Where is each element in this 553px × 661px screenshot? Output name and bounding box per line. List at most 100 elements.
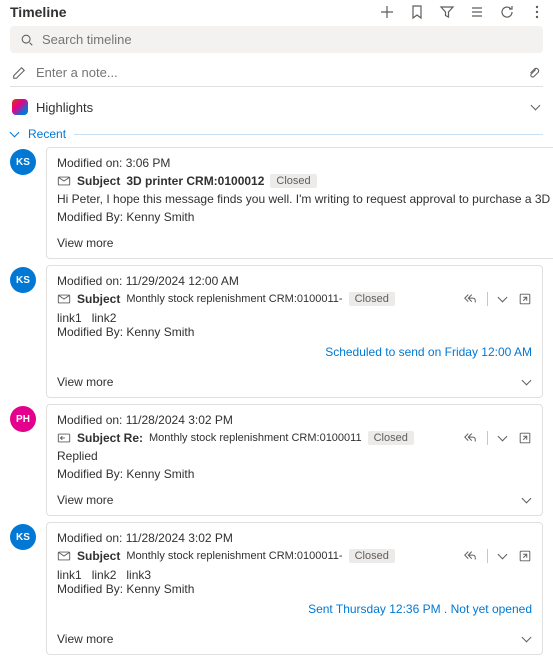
reply-icon[interactable]	[463, 292, 477, 306]
modified-on: Modified on: 3:06 PM	[57, 156, 553, 170]
chevron-down-icon[interactable]	[498, 433, 508, 443]
modified-by: Modified By: Kenny Smith	[57, 210, 553, 224]
view-more-row[interactable]: View more	[57, 626, 532, 646]
recent-label: Recent	[28, 127, 66, 141]
divider	[487, 292, 488, 306]
status-badge: Closed	[349, 549, 395, 563]
filter-icon[interactable]	[439, 4, 455, 20]
highlights-row[interactable]: Highlights	[10, 95, 543, 119]
refresh-icon[interactable]	[499, 4, 515, 20]
chevron-down-icon[interactable]	[498, 294, 508, 304]
timeline-entry: KS Modified on: 11/29/2024 12:00 AM Subj…	[0, 265, 553, 404]
subject-row: Subject Monthly stock replenishment CRM:…	[57, 549, 532, 563]
link[interactable]: link1	[57, 311, 82, 325]
message-preview: Hi Peter, I hope this message finds you …	[57, 192, 553, 206]
entries-list: KS Modified on: 3:06 PM Subject 3D print…	[0, 147, 553, 661]
link[interactable]: link2	[92, 568, 117, 582]
view-more-label: View more	[57, 375, 113, 389]
view-more-label: View more	[57, 632, 113, 646]
subject-text: Monthly stock replenishment CRM:0100011-	[126, 293, 342, 305]
avatar: KS	[10, 524, 36, 550]
entry-actions	[463, 549, 532, 563]
divider	[487, 431, 488, 445]
divider	[74, 134, 543, 135]
subject-text: Monthly stock replenishment CRM:0100011-	[126, 550, 342, 562]
bookmark-icon[interactable]	[409, 4, 425, 20]
highlights-label: Highlights	[36, 100, 93, 115]
chevron-down-icon[interactable]	[498, 551, 508, 561]
email-icon	[57, 292, 71, 306]
note-input[interactable]	[36, 65, 517, 80]
modified-by: Modified By: Kenny Smith	[57, 325, 532, 339]
open-icon[interactable]	[518, 292, 532, 306]
view-more-row[interactable]: View more	[57, 230, 553, 250]
search-input[interactable]	[42, 32, 533, 47]
subject-text: 3D printer CRM:0100012	[126, 174, 264, 188]
timeline-entry: KS Modified on: 11/28/2024 3:02 PM Subje…	[0, 522, 553, 661]
copilot-icon	[12, 99, 28, 115]
subject-row: Subject Re: Monthly stock replenishment …	[57, 431, 532, 445]
page-title: Timeline	[10, 4, 67, 20]
entry-body[interactable]: Modified on: 11/28/2024 3:02 PM Subject …	[46, 522, 543, 655]
avatar: KS	[10, 149, 36, 175]
subject-label: Subject	[77, 549, 120, 563]
message-preview: Replied	[57, 449, 532, 463]
more-icon[interactable]	[529, 4, 545, 20]
link[interactable]: link2	[92, 311, 117, 325]
link[interactable]: link1	[57, 568, 82, 582]
add-icon[interactable]	[379, 4, 395, 20]
chevron-down-icon	[522, 634, 532, 644]
modified-on: Modified on: 11/28/2024 3:02 PM	[57, 413, 532, 427]
chevron-down-icon	[10, 129, 20, 139]
subject-label: Subject	[77, 174, 120, 188]
links: link1 link2 link3	[57, 567, 532, 582]
email-icon	[57, 174, 71, 188]
open-icon[interactable]	[518, 549, 532, 563]
timeline-header: Timeline	[0, 0, 553, 26]
reply-icon[interactable]	[463, 549, 477, 563]
view-more-label: View more	[57, 236, 113, 250]
timeline-entry: PH Modified on: 11/28/2024 3:02 PM Subje…	[0, 404, 553, 522]
status-badge: Closed	[349, 292, 395, 306]
open-icon[interactable]	[518, 431, 532, 445]
attach-icon[interactable]	[527, 66, 541, 80]
link[interactable]: link3	[126, 568, 151, 582]
list-icon[interactable]	[469, 4, 485, 20]
reply-icon[interactable]	[463, 431, 477, 445]
pencil-icon	[12, 66, 26, 80]
entry-body[interactable]: Modified on: 3:06 PM Subject 3D printer …	[46, 147, 553, 259]
modified-on: Modified on: 11/29/2024 12:00 AM	[57, 274, 532, 288]
timeline-entry: KS Modified on: 3:06 PM Subject 3D print…	[0, 147, 553, 265]
chevron-down-icon	[522, 377, 532, 387]
entry-actions	[463, 292, 532, 306]
search-bar[interactable]	[10, 26, 543, 53]
avatar: KS	[10, 267, 36, 293]
links: link1 link2	[57, 310, 532, 325]
search-icon	[20, 33, 34, 47]
subject-label: Subject	[77, 292, 120, 306]
entry-actions	[463, 431, 532, 445]
subject-row: Subject Monthly stock replenishment CRM:…	[57, 292, 532, 306]
email-icon	[57, 431, 71, 445]
status-badge: Closed	[270, 174, 316, 188]
status-text: Sent Thursday 12:36 PM . Not yet opened	[57, 602, 532, 616]
avatar: PH	[10, 406, 36, 432]
status-text: Scheduled to send on Friday 12:00 AM	[57, 345, 532, 359]
view-more-row[interactable]: View more	[57, 487, 532, 507]
subject-label: Subject Re:	[77, 431, 143, 445]
header-actions	[379, 4, 545, 20]
status-badge: Closed	[368, 431, 414, 445]
modified-by: Modified By: Kenny Smith	[57, 582, 532, 596]
chevron-down-icon[interactable]	[531, 102, 541, 112]
subject-text: Monthly stock replenishment CRM:0100011	[149, 432, 362, 444]
modified-by: Modified By: Kenny Smith	[57, 467, 532, 481]
modified-on: Modified on: 11/28/2024 3:02 PM	[57, 531, 532, 545]
divider	[487, 549, 488, 563]
note-row[interactable]	[10, 59, 543, 87]
entry-body[interactable]: Modified on: 11/29/2024 12:00 AM Subject…	[46, 265, 543, 398]
recent-section[interactable]: Recent	[0, 127, 553, 147]
view-more-label: View more	[57, 493, 113, 507]
entry-body[interactable]: Modified on: 11/28/2024 3:02 PM Subject …	[46, 404, 543, 516]
view-more-row[interactable]: View more	[57, 369, 532, 389]
chevron-down-icon	[522, 495, 532, 505]
